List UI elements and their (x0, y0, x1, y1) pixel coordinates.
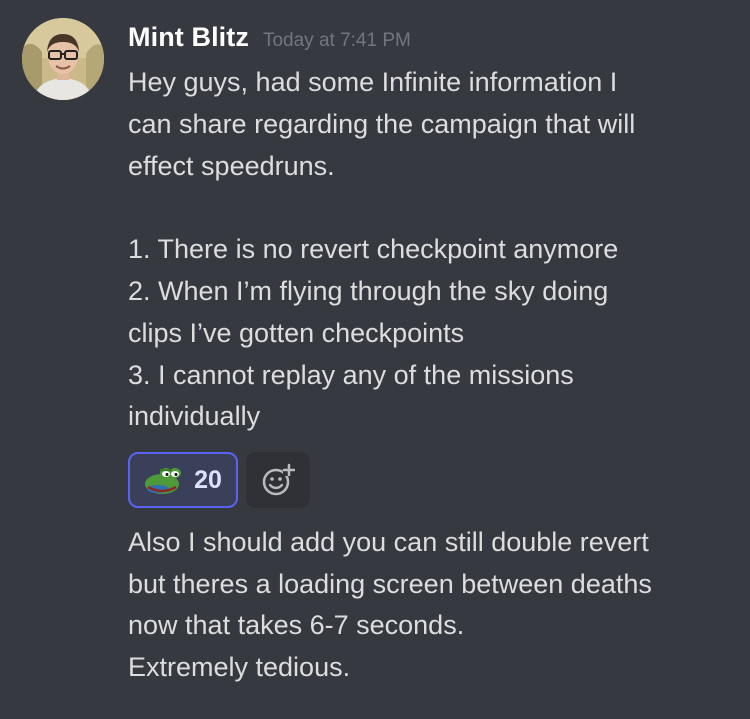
pepe-frog-emoji-icon (145, 468, 182, 494)
message-header: Mint Blitz Today at 7:41 PM (128, 22, 411, 53)
message-line: Also I should add you can still double r… (128, 527, 649, 557)
username[interactable]: Mint Blitz (128, 22, 249, 53)
reaction-pepe[interactable]: 20 (128, 452, 238, 508)
message-line: now that takes 6-7 seconds. (128, 610, 465, 640)
chat-message: Mint Blitz Today at 7:41 PM Hey guys, ha… (0, 0, 750, 719)
add-reaction-button[interactable] (246, 452, 310, 508)
message-line: Extremely tedious. (128, 651, 351, 682)
message-line: can share regarding the campaign that wi… (128, 108, 636, 139)
avatar-photo-icon (22, 18, 104, 100)
message-line: but theres a loading screen between deat… (128, 568, 652, 599)
reaction-count: 20 (194, 465, 222, 494)
message-line: 2. When I’m flying through the sky doing (128, 275, 609, 306)
user-avatar[interactable] (22, 18, 104, 100)
message-content: Hey guys, had some Infinite information … (128, 62, 728, 438)
message-line: individually (128, 401, 261, 432)
message-line: 1. There is no revert checkpoint anymore (128, 234, 619, 265)
add-reaction-icon (262, 463, 295, 496)
message-line: 3. I cannot replay any of the missions (128, 359, 574, 390)
message-line: Hey guys, had some Infinite information … (128, 67, 618, 97)
timestamp: Today at 7:41 PM (262, 30, 411, 51)
message-line: effect speedruns. (128, 150, 335, 181)
reactions-bar: 20 (128, 452, 310, 508)
message-content-2: Also I should add you can still double r… (128, 522, 738, 688)
message-line: clips I’ve gotten checkpoints (128, 317, 465, 348)
